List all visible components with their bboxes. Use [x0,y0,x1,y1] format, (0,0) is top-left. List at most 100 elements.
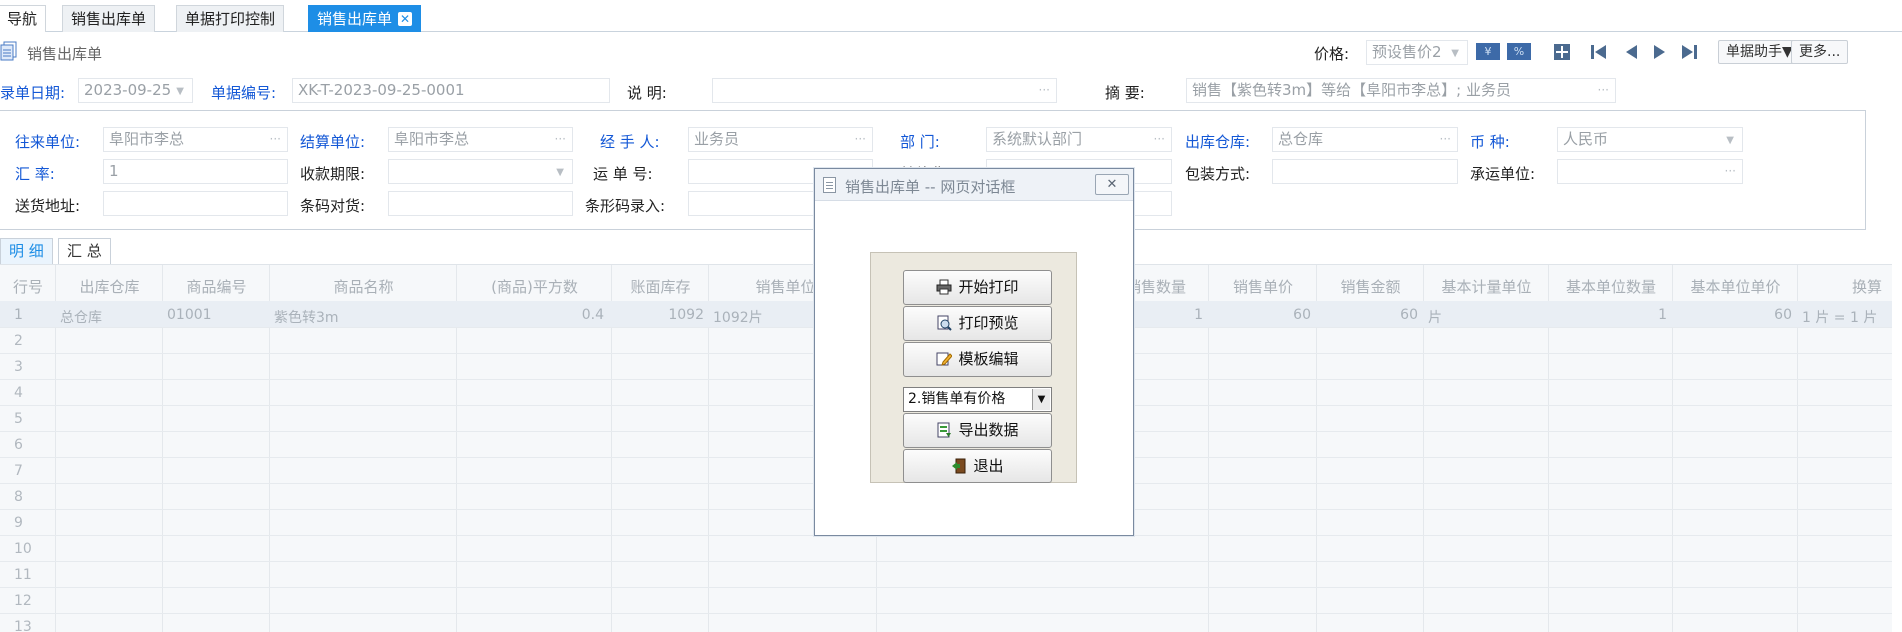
add-row-icon[interactable] [1553,43,1571,61]
ellipsis-icon[interactable]: ··· [855,128,866,151]
chevron-down-icon: ▼ [1726,135,1734,146]
handler-label: 经 手 人: [600,133,660,151]
tab-sales-outbound-active[interactable]: 销售出库单 ✕ [308,5,422,32]
ellipsis-icon[interactable]: ··· [1598,79,1609,102]
row-number: 8 [14,489,23,505]
chevron-down-icon: ▼ [1451,48,1459,59]
tab-print-control[interactable]: 单据打印控制 [176,5,285,32]
ellipsis-icon[interactable]: ··· [1440,128,1451,151]
handler-field[interactable]: 业务员 ··· [688,127,873,152]
barcode-check-field[interactable] [388,191,573,216]
row-warehouse[interactable]: 总仓库 [60,307,102,327]
row-stock[interactable]: 1092 [612,307,704,323]
grid-header-cell[interactable]: 出库仓库 [56,273,163,301]
carrier-field[interactable]: ··· [1557,159,1743,184]
row-product-name[interactable]: 紫色转3m [274,307,339,327]
print-preview-button[interactable]: 打印预览 [903,306,1052,341]
warehouse-field[interactable]: 总仓库 ··· [1272,127,1458,152]
packaging-field[interactable] [1272,159,1458,184]
exchange-rate-value: 1 [109,162,119,180]
row-divider [0,613,1892,614]
department-label: 部 门: [900,133,940,151]
tab-sales-outbound[interactable]: 销售出库单 [62,5,156,32]
delivery-address-label: 送货地址: [15,197,81,215]
price-select-value: 预设售价2 [1372,43,1442,61]
grid-header-cell[interactable]: 商品名称 [270,273,457,301]
partner-field[interactable]: 阜阳市李总 ··· [103,127,288,152]
summary-field[interactable]: 销售【紫色转3m】等给【阜阳市李总】; 业务员 ··· [1186,78,1616,103]
more-button[interactable]: 更多... [1791,40,1849,64]
tab-detail[interactable]: 明 细 [0,238,53,264]
carrier-label: 承运单位: [1470,165,1536,183]
price-label: 价格: [1314,45,1350,63]
delivery-address-field[interactable] [103,191,288,216]
row-base-unit[interactable]: 片 [1428,307,1442,327]
row-number: 13 [14,619,32,632]
previous-record-icon[interactable] [1623,43,1639,61]
grid-header-cell[interactable]: 基本单位单价 [1673,273,1798,301]
exit-button[interactable]: 退出 [903,449,1052,483]
page-title: 销售出库单 [27,45,103,63]
dialog-close-button[interactable]: ✕ [1095,174,1129,195]
row-area[interactable]: 0.4 [457,307,604,323]
summary-value: 销售【紫色转3m】等给【阜阳市李总】; 业务员 [1192,81,1511,99]
template-edit-button[interactable]: 模板编辑 [903,342,1052,377]
row-unit-price[interactable]: 60 [1209,307,1311,323]
note-field[interactable]: ··· [712,78,1057,103]
tab-navigation[interactable]: 导航 [0,5,47,32]
ellipsis-icon[interactable]: ··· [1154,128,1165,151]
row-number: 1 [14,307,23,323]
settlement-value: 阜阳市李总 [394,130,470,148]
row-stock-unit[interactable]: 1092片 [713,307,763,327]
note-label: 说 明: [627,84,667,102]
grid-header-cell[interactable]: 基本计量单位 [1424,273,1549,301]
row-amount[interactable]: 60 [1317,307,1418,323]
row-base-price[interactable]: 60 [1673,307,1792,323]
document-number-label: 单据编号: [211,84,277,102]
currency-toggle-icon[interactable]: ¥ [1476,43,1500,60]
handler-value: 业务员 [694,130,740,148]
exchange-rate-field[interactable]: 1 [103,159,288,184]
grid-header-cell[interactable]: 基本单位数量 [1549,273,1673,301]
row-conversion[interactable]: 1 片 = 1 片 [1802,307,1877,327]
price-select[interactable]: 预设售价2 ▼ [1366,40,1468,65]
tab-label: 导航 [7,10,38,28]
payment-terms-field[interactable]: ▼ [388,159,573,184]
grid-header-cell[interactable]: 换算 [1798,273,1892,301]
grid-header-cell[interactable]: 销售单价 [1209,273,1317,301]
currency-field[interactable]: 人民币 ▼ [1557,127,1743,152]
ellipsis-icon[interactable]: ··· [555,128,566,151]
settlement-field[interactable]: 阜阳市李总 ··· [388,127,573,152]
next-record-icon[interactable] [1652,43,1668,61]
ellipsis-icon[interactable]: ··· [270,128,281,151]
ellipsis-icon[interactable]: ··· [1039,79,1050,102]
percent-toggle-icon[interactable]: % [1507,43,1531,60]
row-base-quantity[interactable]: 1 [1549,307,1667,323]
grid-header-cell[interactable]: 商品编号 [163,273,270,301]
print-dialog: 销售出库单 -- 网页对话框 ✕ 开始打印 打印预览 模板编辑 2.销售单有价格… [814,168,1134,536]
grid-header-cell[interactable]: (商品)平方数 [457,273,612,301]
entry-date-field[interactable]: 2023-09-25 ▼ [78,78,193,103]
dialog-titlebar[interactable]: 销售出库单 -- 网页对话框 ✕ [815,169,1133,201]
template-edit-label: 模板编辑 [958,350,1019,368]
start-print-button[interactable]: 开始打印 [903,270,1052,305]
grid-header-cell[interactable]: 销售金额 [1317,273,1424,301]
document-number-value: XK-T-2023-09-25-0001 [298,81,465,99]
last-record-icon[interactable] [1680,43,1698,61]
document-icon [0,41,17,61]
first-record-icon[interactable] [1590,43,1608,61]
start-print-label: 开始打印 [958,278,1019,296]
department-field[interactable]: 系统默认部门 ··· [986,127,1172,152]
exchange-rate-label: 汇 率: [15,165,55,183]
grid-header-cell[interactable]: 账面库存 [612,273,709,301]
template-select[interactable]: 2.销售单有价格 ▼ [903,387,1052,412]
tab-summary[interactable]: 汇 总 [58,238,111,264]
document-helper-button[interactable]: 单据助手▼ [1718,40,1801,64]
close-icon[interactable]: ✕ [398,12,413,26]
chevron-down-icon[interactable]: ▼ [1032,389,1050,410]
ellipsis-icon[interactable]: ··· [1725,160,1736,183]
export-data-button[interactable]: 导出数据 [903,413,1052,448]
grid-header-cell[interactable]: 行号 [0,273,56,301]
document-number-field[interactable]: XK-T-2023-09-25-0001 [292,78,610,103]
row-product-code[interactable]: 01001 [167,307,212,323]
